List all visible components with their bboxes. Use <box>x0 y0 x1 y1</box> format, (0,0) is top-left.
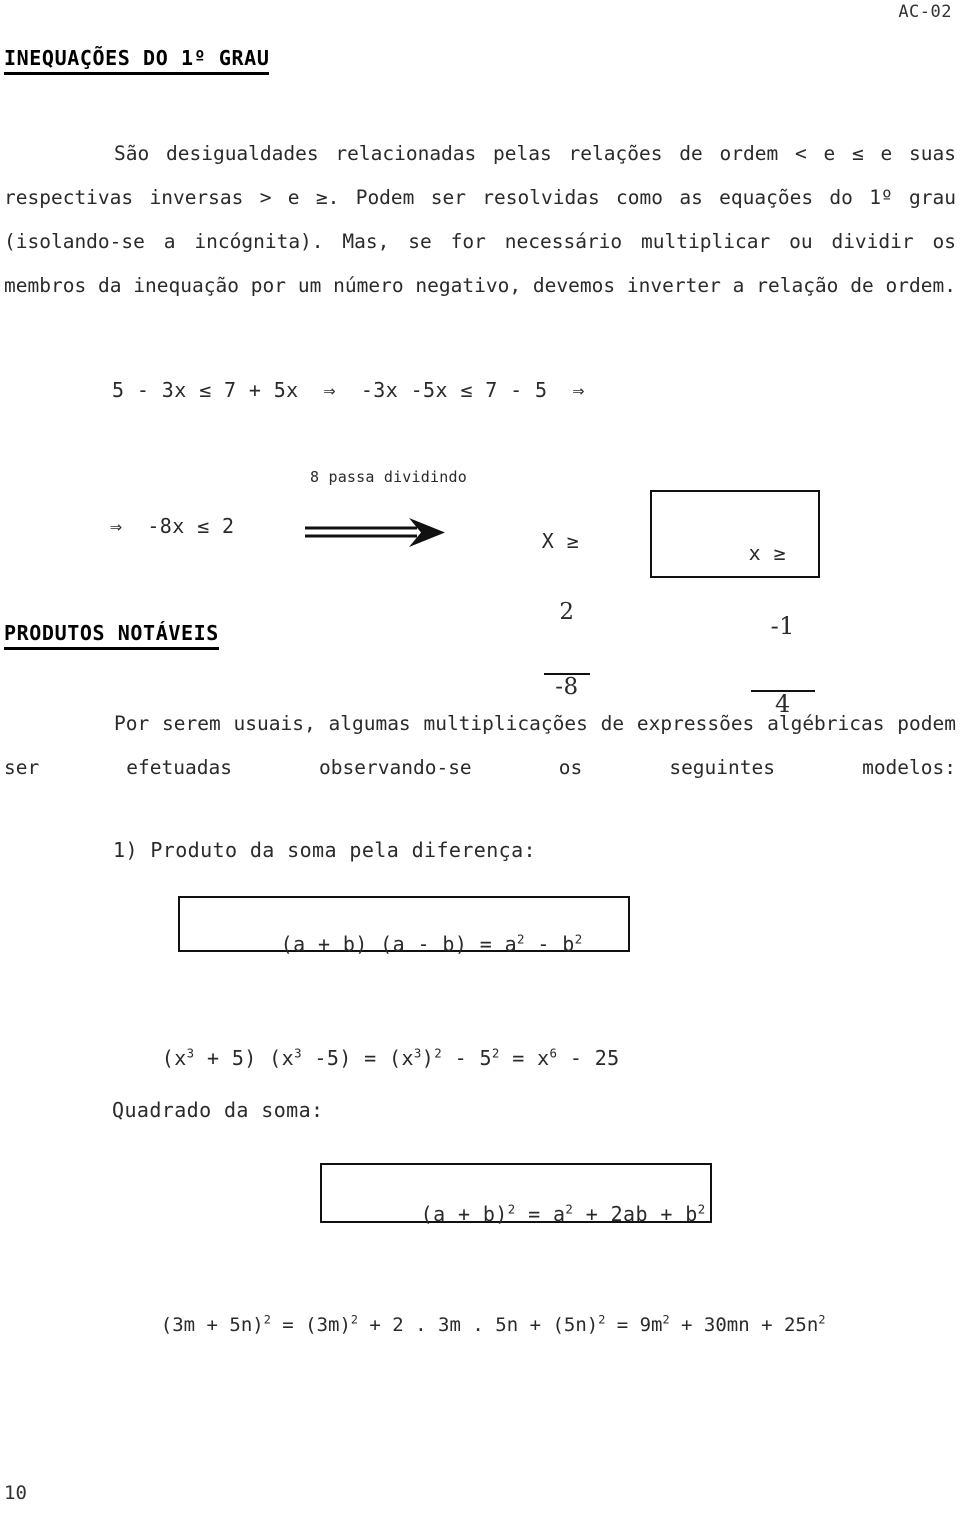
paragraph-inequacoes: São desigualdades relacionadas pelas rel… <box>4 142 956 297</box>
right-arrow-icon <box>305 518 445 547</box>
formula-middle: - b <box>524 932 575 956</box>
exponent: 2 <box>263 1312 271 1327</box>
formula-middle: = a <box>515 1202 566 1226</box>
formula-left: (a + b) <box>420 1202 508 1226</box>
expr-part: + 2 . 3m . 5n + (5n) <box>357 1314 599 1336</box>
exponent: 3 <box>186 1045 195 1061</box>
fraction-numerator: -1 <box>770 612 795 641</box>
expr-part: (3m + 5n) <box>160 1314 264 1336</box>
boxed-answer-prefix: x ≥ <box>748 541 786 565</box>
boxed-final-answer: x ≥ -1 4 <box>650 490 820 717</box>
expr-part: ) <box>421 1046 435 1070</box>
exponent: 3 <box>294 1045 302 1061</box>
exponent: 2 <box>818 1312 826 1327</box>
section-heading-produtos-notaveis: PRODUTOS NOTÁVEIS <box>4 621 219 650</box>
example-quadrado-soma: (3m + 5n)2 = (3m)2 + 2 . 3m . 5n + (5n)2… <box>115 1292 826 1358</box>
equation-line-1: 5 - 3x ≤ 7 + 5x ⇒ -3x -5x ≤ 7 - 5 ⇒ <box>112 378 585 402</box>
document-code: AC-02 <box>898 2 952 22</box>
paragraph-produtos-notaveis: Por serem usuais, algumas multiplicações… <box>4 712 956 779</box>
exponent: 2 <box>574 931 583 947</box>
exponent: 2 <box>491 1045 500 1061</box>
exponent: 3 <box>413 1045 422 1061</box>
expr-part: = x <box>499 1046 550 1070</box>
formula-left: (a + b) (a - b) = a <box>280 932 518 956</box>
formula-middle: + 2ab + b <box>573 1202 698 1226</box>
boxed-formula-quadrado-soma: (a + b)2 = a2 + 2ab + b2 <box>320 1163 712 1226</box>
equation-line-2: ⇒ -8x ≤ 2 <box>110 514 235 538</box>
expr-part: = 9m <box>605 1314 663 1336</box>
arrow-label-passa-dividindo: 8 passa dividindo <box>310 468 467 486</box>
example-soma-diferenca: (x3 + 5) (x3 -5) = (x3)2 - 52 = x6 - 25 <box>112 1022 620 1094</box>
fraction-numerator: 2 <box>559 599 575 626</box>
document-page: AC-02 INEQUAÇÕES DO 1º GRAU São desigual… <box>0 0 960 1528</box>
fraction-denominator: -8 <box>543 672 591 699</box>
expr-part: -5) = (x <box>301 1046 414 1070</box>
expr-part: - 25 <box>557 1046 620 1070</box>
exponent: 2 <box>507 1201 516 1217</box>
expr-part: + 5) (x <box>194 1046 295 1070</box>
exponent: 2 <box>517 931 525 947</box>
expr-part: - 5 <box>442 1046 492 1070</box>
result-prefix: X ≥ <box>541 529 580 553</box>
expr-part: (x <box>161 1046 187 1070</box>
boxed-formula-soma-diferenca: (a + b) (a - b) = a2 - b2 <box>178 896 630 956</box>
boxed-formula-content: (a + b)2 = a2 + 2ab + b2 <box>346 1178 706 1250</box>
boxed-formula-content: (a + b) (a - b) = a2 - b2 <box>206 908 583 980</box>
page-number: 10 <box>4 1482 27 1504</box>
product-item-1-label: 1) Produto da soma pela diferença: <box>113 838 536 862</box>
exponent: 2 <box>697 1201 706 1217</box>
exponent: 2 <box>350 1312 358 1327</box>
product-item-2-label: Quadrado da soma: <box>112 1098 324 1122</box>
expr-part: = (3m) <box>270 1314 351 1336</box>
expr-part: + 30mn + 25n <box>669 1314 819 1336</box>
exponent: 2 <box>662 1312 670 1327</box>
exponent: 2 <box>434 1045 443 1061</box>
section-heading-inequacoes: INEQUAÇÕES DO 1º GRAU <box>4 46 270 75</box>
